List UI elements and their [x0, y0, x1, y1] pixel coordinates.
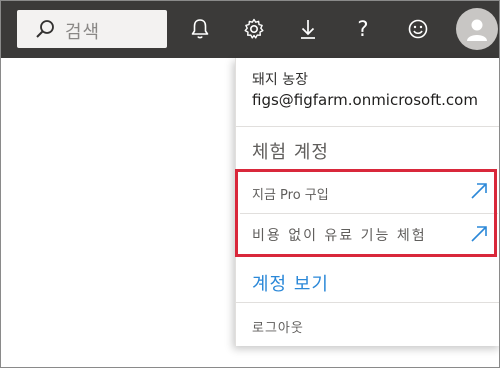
buy-pro-now-link[interactable]: 지금 Pro 구입 — [236, 172, 499, 214]
account-email: figs@figfarm.onmicrosoft.com — [252, 91, 478, 109]
avatar-icon — [467, 19, 487, 41]
external-link-icon — [471, 183, 487, 199]
view-account-link[interactable]: 계정 보기 — [252, 270, 329, 296]
help-icon[interactable]: ? — [349, 15, 377, 43]
trial-account-heading: 체험 계정 — [252, 142, 329, 163]
search-icon — [36, 20, 54, 38]
bell-icon[interactable] — [186, 15, 214, 43]
avatar-button[interactable] — [456, 8, 498, 50]
divider — [236, 126, 499, 127]
free-trial-paid-features-link[interactable]: 비용 없이 유료 기능 체험 — [236, 214, 499, 256]
app-window: 검색 ? 돼지 농장 figs@figfarm.onmicrosoft.com … — [0, 0, 500, 368]
gear-icon[interactable] — [240, 15, 268, 43]
account-panel: 돼지 농장 figs@figfarm.onmicrosoft.com 체험 계정… — [235, 58, 499, 346]
download-icon[interactable] — [294, 15, 322, 43]
smiley-icon[interactable] — [404, 15, 432, 43]
divider — [236, 302, 499, 303]
organization-name: 돼지 농장 — [252, 72, 308, 88]
free-trial-paid-features-label: 비용 없이 유료 기능 체험 — [252, 228, 427, 244]
buy-pro-now-label: 지금 Pro 구입 — [252, 188, 329, 203]
external-link-icon — [471, 226, 487, 242]
logout-link[interactable]: 로그아웃 — [252, 317, 304, 336]
top-bar: 검색 ? — [1, 1, 499, 58]
search-placeholder: 검색 — [65, 22, 101, 43]
search-box[interactable]: 검색 — [17, 10, 167, 48]
